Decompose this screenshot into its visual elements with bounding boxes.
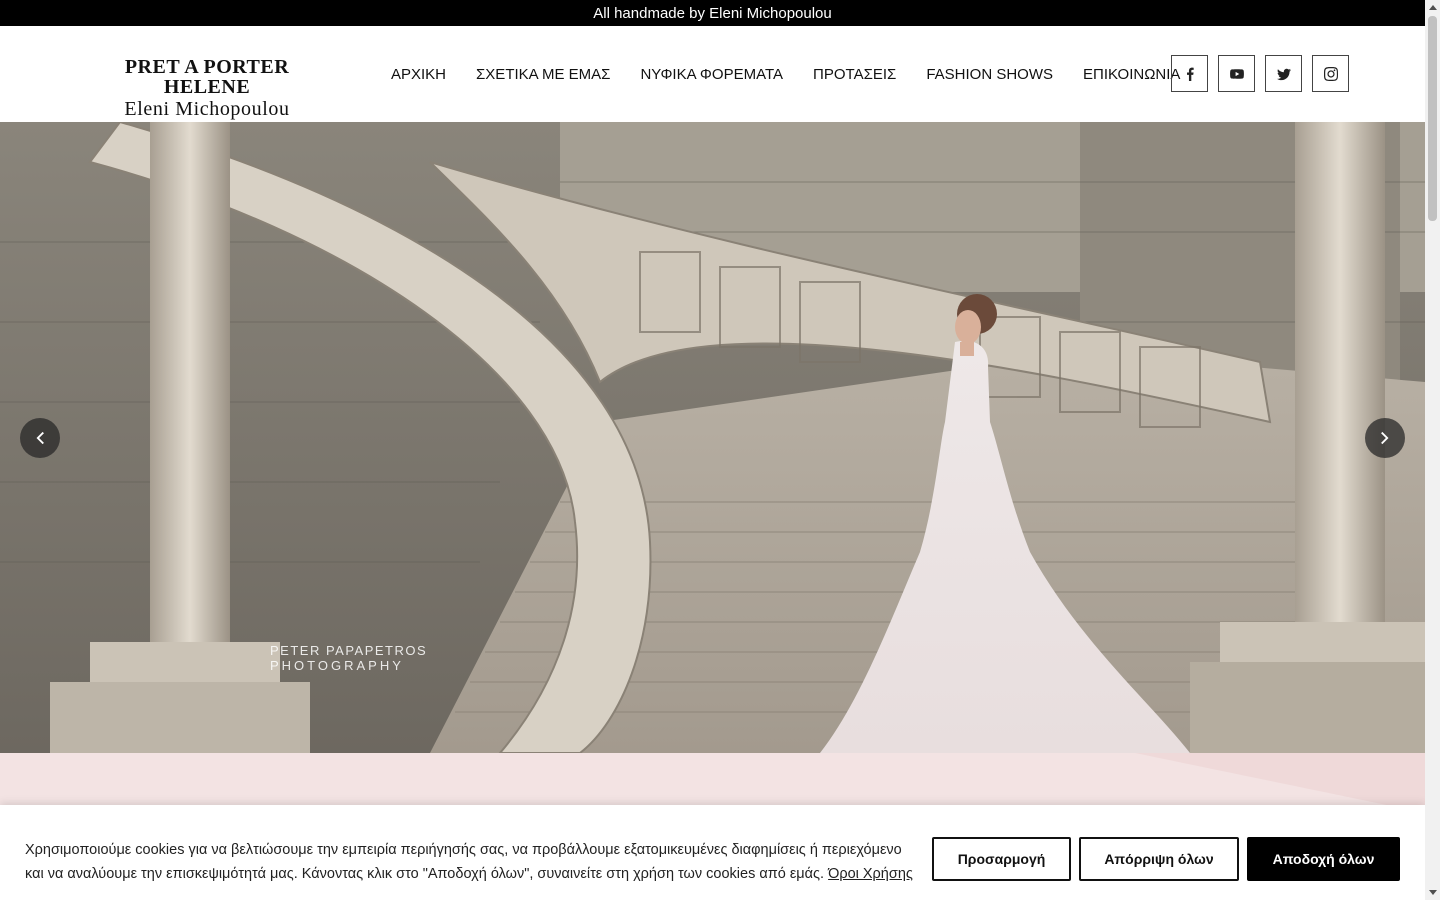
facebook-button[interactable] <box>1171 55 1208 92</box>
cookie-banner: Χρησιμοποιούμε cookies για να βελτιώσουμ… <box>0 805 1425 900</box>
nav-item-contact[interactable]: ΕΠΙΚΟΙΝΩΝΙΑ <box>1083 66 1180 83</box>
twitter-icon <box>1276 68 1291 80</box>
site-header: PRET A PORTER HELENE Eleni Michopoulou Α… <box>0 26 1425 122</box>
reject-all-button[interactable]: Απόρριψη όλων <box>1079 837 1239 881</box>
main-nav: ΑΡΧΙΚΗ ΣΧΕΤΙΚΑ ΜΕ ΕΜΑΣ ΝΥΦΙΚΑ ΦΟΡΕΜΑΤΑ Π… <box>391 66 1180 83</box>
site-logo[interactable]: PRET A PORTER HELENE Eleni Michopoulou <box>82 57 332 121</box>
accept-all-button[interactable]: Αποδοχή όλων <box>1247 837 1400 881</box>
watermark-line1: PETER PAPAPETROS <box>270 643 428 658</box>
scrollbar-thumb[interactable] <box>1428 16 1437 221</box>
scroll-up-arrow-icon[interactable] <box>1429 5 1437 10</box>
chevron-right-icon <box>1381 431 1389 445</box>
announcement-bar: All handmade by Eleni Michopoulou <box>0 0 1425 26</box>
youtube-button[interactable] <box>1218 55 1255 92</box>
logo-line1: PRET A PORTER HELENE <box>124 56 290 98</box>
pink-section-band <box>0 753 1425 813</box>
nav-item-wedding-dresses[interactable]: ΝΥΦΙΚΑ ΦΟΡΕΜΑΤΑ <box>640 66 783 83</box>
hero-photo <box>0 122 1425 753</box>
facebook-icon <box>1186 67 1194 81</box>
social-links <box>1171 55 1349 92</box>
slider-prev-button[interactable] <box>20 418 60 458</box>
hero-slider: PETER PAPAPETROS PHOTOGRAPHY <box>0 122 1425 753</box>
nav-item-about[interactable]: ΣΧΕΤΙΚΑ ΜΕ ΕΜΑΣ <box>476 66 610 83</box>
announcement-text: All handmade by Eleni Michopoulou <box>593 4 832 22</box>
page-scrollbar[interactable] <box>1425 0 1440 900</box>
youtube-icon <box>1229 68 1244 79</box>
nav-item-home[interactable]: ΑΡΧΙΚΗ <box>391 66 446 83</box>
instagram-icon <box>1323 66 1338 81</box>
scroll-down-arrow-icon[interactable] <box>1429 890 1437 895</box>
logo-line2: Eleni Michopoulou <box>124 98 290 120</box>
decorative-triangle <box>1135 753 1425 813</box>
nav-item-proposals[interactable]: ΠΡΟΤΑΣΕΙΣ <box>813 66 896 83</box>
nav-item-fashion-shows[interactable]: FASHION SHOWS <box>926 66 1053 83</box>
customize-button[interactable]: Προσαρμογή <box>932 837 1071 881</box>
terms-link[interactable]: Όροι Χρήσης <box>828 866 913 882</box>
cookie-text: Χρησιμοποιούμε cookies για να βελτιώσουμ… <box>25 838 915 886</box>
slider-next-button[interactable] <box>1365 418 1405 458</box>
instagram-button[interactable] <box>1312 55 1349 92</box>
photographer-watermark: PETER PAPAPETROS PHOTOGRAPHY <box>270 643 427 673</box>
chevron-left-icon <box>36 431 44 445</box>
twitter-button[interactable] <box>1265 55 1302 92</box>
cookie-message: Χρησιμοποιούμε cookies για να βελτιώσουμ… <box>25 842 902 882</box>
watermark-line2: PHOTOGRAPHY <box>270 658 404 673</box>
